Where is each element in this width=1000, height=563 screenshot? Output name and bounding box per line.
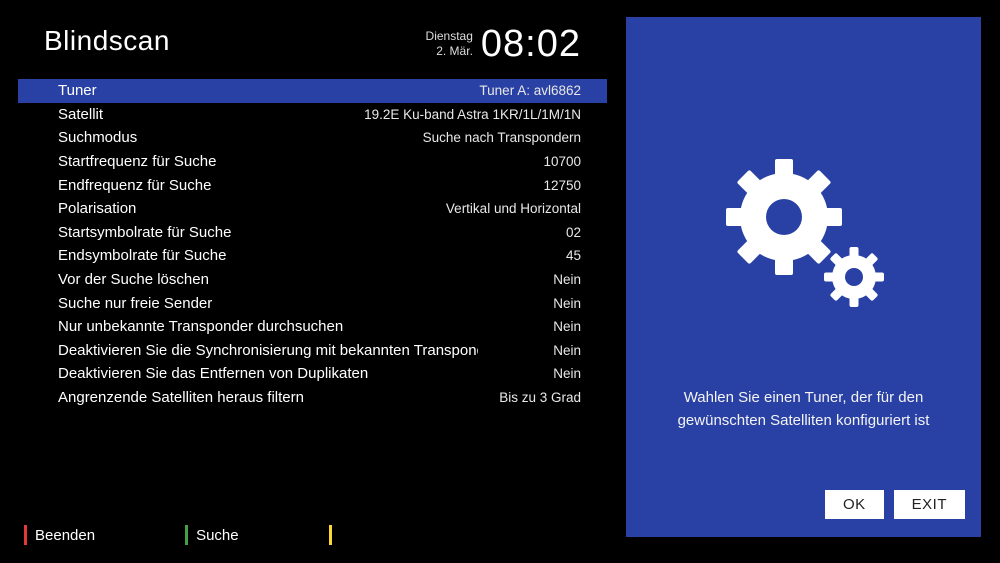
screen: Blindscan Dienstag 2. Mär. 08:02 TunerTu… (0, 0, 1000, 563)
date-label: 2. Mär. (426, 44, 473, 59)
footer: Beenden Suche (24, 525, 601, 545)
red-bar-icon (24, 525, 27, 545)
settings-row[interactable]: Nur unbekannte Transponder durchsuchen Ne… (18, 315, 607, 339)
row-value: 12750 (543, 178, 581, 193)
settings-row[interactable]: Tuner Tuner A: avl6862 (18, 79, 607, 103)
gear-wrap (626, 137, 981, 337)
green-button[interactable]: Suche (185, 525, 239, 545)
row-label: Startfrequenz für Suche (58, 153, 216, 170)
row-label: Satellit (58, 106, 103, 123)
settings-row[interactable]: Suche nur freie Sender Nein (18, 291, 607, 315)
day-label: Dienstag (426, 29, 473, 44)
gear-icon (704, 137, 904, 337)
row-value: Nein (553, 343, 581, 358)
settings-row[interactable]: Startfrequenz für Suche 10700 (18, 150, 607, 174)
settings-row[interactable]: Vor der Suche löschen Nein (18, 268, 607, 292)
settings-row[interactable]: Endsymbolrate für Suche 45 (18, 244, 607, 268)
main-panel: Blindscan Dienstag 2. Mär. 08:02 TunerTu… (0, 0, 625, 563)
settings-list[interactable]: Tuner Tuner A: avl6862 Satellit 19.2E Ku-ba… (18, 79, 607, 409)
row-label: Endsymbolrate für Suche (58, 247, 226, 264)
yellow-bar-icon (329, 525, 332, 545)
row-value: 45 (566, 248, 581, 263)
row-value: Nein (553, 272, 581, 287)
hint-text: Wahlen Sie einen Tuner, der für den gewü… (656, 387, 951, 432)
ok-button[interactable]: OK (825, 490, 884, 519)
clock: 08:02 (481, 25, 581, 63)
green-bar-icon (185, 525, 188, 545)
settings-row[interactable]: Suchmodus Suche nach Transpondern (18, 126, 607, 150)
row-label: Suchmodus (58, 129, 137, 146)
row-label: Endfrequenz für Suche (58, 177, 211, 194)
row-value: Suche nach Transpondern (423, 130, 581, 145)
settings-row[interactable]: Polarisation Vertikal und Horizontal (18, 197, 607, 221)
yellow-button[interactable] (329, 525, 340, 545)
date: Dienstag 2. Mär. (426, 29, 473, 59)
info-panel: Wahlen Sie einen Tuner, der für den gewü… (626, 17, 981, 537)
row-value: Nein (553, 319, 581, 334)
settings-row[interactable]: Angrenzende Satelliten heraus filtern Bis… (18, 386, 607, 410)
settings-row[interactable]: Endfrequenz für Suche 12750 (18, 173, 607, 197)
row-value: 19.2E Ku-band Astra 1KR/1L/1M/1N (364, 107, 581, 122)
header: Blindscan Dienstag 2. Mär. 08:02 (18, 25, 607, 63)
row-value: Nein (553, 366, 581, 381)
row-label: Tuner (58, 82, 97, 99)
red-label: Beenden (35, 527, 95, 544)
settings-row[interactable]: Deaktivieren Sie das Entfernen von Dupli… (18, 362, 607, 386)
row-value: Vertikal und Horizontal (446, 201, 581, 216)
clock-box: Dienstag 2. Mär. 08:02 (426, 25, 581, 63)
row-label: Nur unbekannte Transponder durchsuchen (58, 318, 343, 335)
row-value: 10700 (543, 154, 581, 169)
red-button[interactable]: Beenden (24, 525, 95, 545)
green-label: Suche (196, 527, 239, 544)
row-label: Startsymbolrate für Suche (58, 224, 231, 241)
row-label: Polarisation (58, 200, 136, 217)
page-title: Blindscan (44, 25, 170, 57)
row-value: 02 (566, 225, 581, 240)
row-label: Deaktivieren Sie das Entfernen von Dupli… (58, 365, 368, 382)
exit-button[interactable]: EXIT (894, 490, 965, 519)
panel-buttons: OK EXIT (825, 490, 965, 519)
row-label: Suche nur freie Sender (58, 295, 212, 312)
row-value: Nein (553, 296, 581, 311)
row-value: Bis zu 3 Grad (499, 390, 581, 405)
row-label: Deaktivieren Sie die Synchronisierung mi… (58, 342, 478, 359)
row-label: Angrenzende Satelliten heraus filtern (58, 389, 304, 406)
row-label: Vor der Suche löschen (58, 271, 209, 288)
settings-row[interactable]: Startsymbolrate für Suche 02 (18, 221, 607, 245)
settings-row[interactable]: Deaktivieren Sie die Synchronisierung mi… (18, 339, 607, 363)
row-value: Tuner A: avl6862 (479, 83, 581, 98)
settings-row[interactable]: Satellit 19.2E Ku-band Astra 1KR/1L/1M/1N (18, 103, 607, 127)
